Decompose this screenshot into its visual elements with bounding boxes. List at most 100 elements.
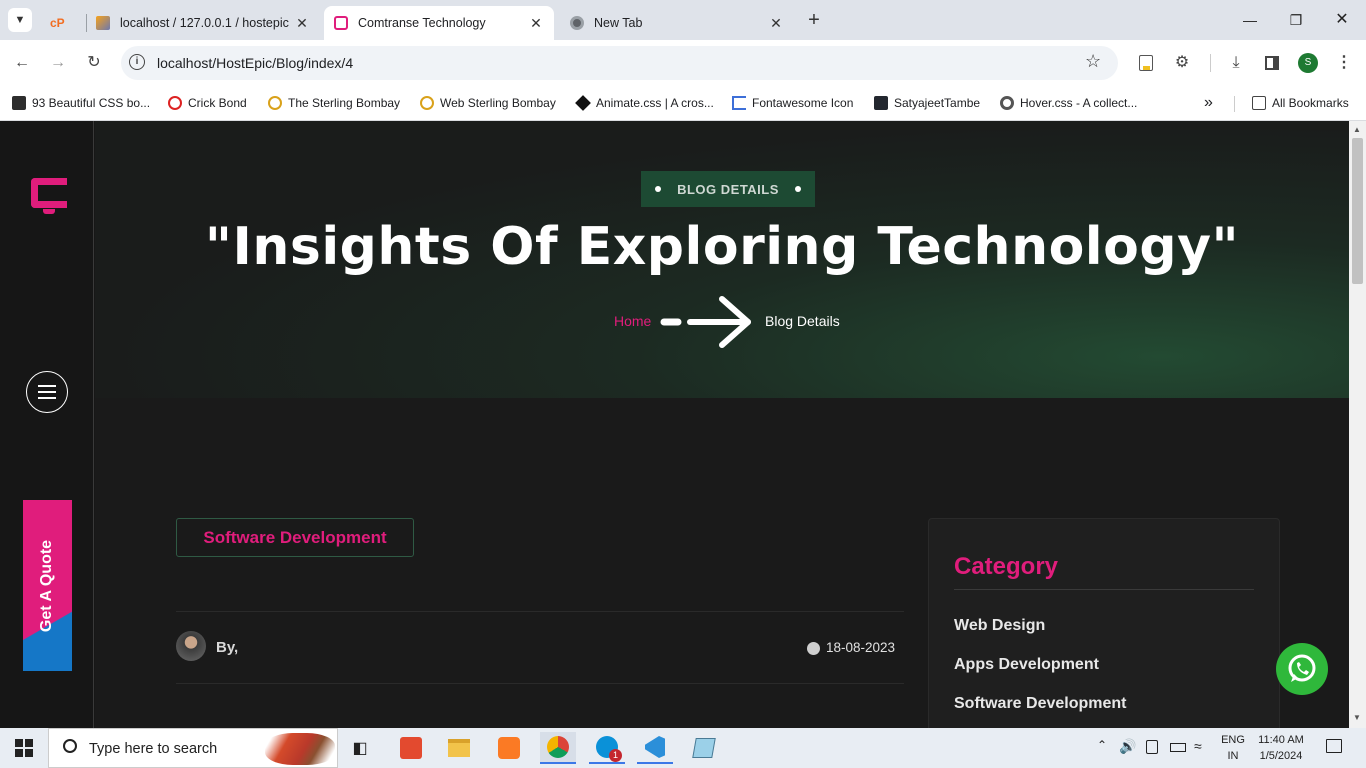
- meet-now-icon[interactable]: [1146, 740, 1158, 754]
- bookmark-favicon: [268, 96, 282, 110]
- vscode-icon[interactable]: [637, 732, 673, 764]
- extension-icon[interactable]: [1133, 50, 1159, 76]
- chrome-taskbar-icon[interactable]: [540, 732, 576, 764]
- tab-title: localhost / 127.0.0.1 / hostepic: [120, 16, 289, 30]
- react-icon: [874, 96, 888, 110]
- tab-title: New Tab: [594, 16, 643, 30]
- breadcrumb-arrow-icon: [660, 296, 751, 348]
- url-text[interactable]: localhost/HostEpic/Blog/index/4: [157, 55, 353, 71]
- tab-new-tab[interactable]: New Tab ✕: [560, 6, 794, 40]
- windows-start-icon[interactable]: [6, 732, 42, 764]
- tab-comtranse[interactable]: Comtranse Technology ✕: [324, 6, 554, 40]
- category-link[interactable]: Software Development: [954, 695, 1126, 713]
- category-link[interactable]: Web Design: [954, 617, 1045, 635]
- tab-cpanel[interactable]: cP: [42, 6, 82, 40]
- volume-icon[interactable]: 🔊: [1119, 738, 1136, 755]
- show-hidden-icons-icon[interactable]: ⌃: [1097, 738, 1107, 752]
- download-icon[interactable]: ⤓: [1223, 50, 1249, 76]
- bookmark-item[interactable]: SatyajeetTambe: [874, 92, 980, 114]
- browser-tab-strip: ▼ cP localhost / 127.0.0.1 / hostepic ✕ …: [0, 0, 1366, 40]
- clock[interactable]: 11:40 AM 1/5/2024: [1252, 732, 1310, 764]
- category-widget: Category Web Design Apps Development Sof…: [928, 518, 1280, 728]
- bookmark-favicon: [168, 96, 182, 110]
- scrollbar-thumb[interactable]: [1352, 138, 1363, 284]
- category-widget-title: Category: [954, 553, 1059, 580]
- dot-icon: [655, 186, 662, 192]
- close-tab-icon[interactable]: ✕: [768, 15, 784, 32]
- browser-toolbar: ← → ↻ i localhost/HostEpic/Blog/index/4 …: [0, 40, 1366, 86]
- bookmark-star-icon[interactable]: ☆: [1085, 51, 1101, 72]
- close-tab-icon[interactable]: ✕: [294, 15, 310, 32]
- search-highlight-bird-icon: [265, 733, 335, 765]
- widget-title-underline: [954, 589, 1254, 590]
- tab-search-button[interactable]: ▼: [8, 8, 32, 32]
- site-logo[interactable]: [31, 178, 69, 214]
- post-category-tag[interactable]: Software Development: [176, 518, 414, 557]
- all-bookmarks-button[interactable]: All Bookmarks: [1252, 92, 1349, 114]
- bookmark-item[interactable]: 93 Beautiful CSS bo...: [12, 92, 150, 114]
- notification-badge: 1: [609, 749, 622, 762]
- new-tab-button[interactable]: +: [802, 8, 826, 32]
- xampp-icon[interactable]: [491, 732, 527, 764]
- skype-icon[interactable]: 1: [589, 732, 625, 764]
- taskbar-search-box[interactable]: Type here to search: [48, 728, 338, 768]
- category-link[interactable]: Apps Development: [954, 656, 1099, 674]
- tab-title: Comtranse Technology: [358, 16, 486, 30]
- hamburger-menu-button[interactable]: [26, 371, 68, 413]
- divider: [176, 683, 904, 684]
- bookmarks-bar: 93 Beautiful CSS bo... Crick Bond The St…: [0, 86, 1366, 121]
- close-window-icon[interactable]: ✕: [1330, 8, 1354, 32]
- bookmark-item[interactable]: Animate.css | A cros...: [575, 92, 714, 114]
- extensions-puzzle-icon[interactable]: ⚙: [1169, 50, 1195, 76]
- bookmark-favicon: [1000, 96, 1014, 110]
- bookmark-item[interactable]: Fontawesome Icon: [732, 92, 853, 114]
- bookmark-item[interactable]: Crick Bond: [168, 92, 247, 114]
- forward-icon[interactable]: →: [45, 50, 71, 76]
- post-date: 18-08-2023: [826, 640, 896, 655]
- author-avatar: [176, 631, 206, 661]
- flag-icon: [732, 96, 746, 110]
- minimize-icon[interactable]: —: [1238, 8, 1262, 32]
- page-hero-banner: BLOG DETAILS "Insights Of Exploring Tech…: [95, 121, 1349, 398]
- comtranse-favicon: [334, 16, 348, 30]
- blog-content-area: Software Development By, 18-08-2023 Cate…: [95, 398, 1349, 728]
- menu-kebab-icon[interactable]: ⋮: [1331, 50, 1357, 76]
- clock-date: 1/5/2024: [1259, 750, 1303, 762]
- git-app-icon[interactable]: [393, 732, 429, 764]
- side-panel-icon[interactable]: [1259, 50, 1285, 76]
- post-author: By,: [216, 639, 239, 656]
- whatsapp-icon: [1288, 654, 1316, 682]
- divider: [176, 611, 904, 612]
- bookmark-favicon: [12, 96, 26, 110]
- battery-icon[interactable]: [1170, 743, 1186, 752]
- site-info-icon[interactable]: i: [129, 54, 145, 70]
- input-language[interactable]: ENG IN: [1218, 732, 1248, 764]
- bookmark-item[interactable]: Hover.css - A collect...: [1000, 92, 1137, 114]
- whatsapp-button[interactable]: [1276, 643, 1328, 695]
- get-a-quote-button[interactable]: Get A Quote: [23, 500, 72, 671]
- restore-icon[interactable]: ❐: [1284, 8, 1308, 32]
- close-tab-icon[interactable]: ✕: [528, 15, 544, 32]
- scroll-up-arrow-icon[interactable]: ▲: [1353, 125, 1361, 134]
- breadcrumb-home-link[interactable]: Home: [614, 313, 651, 329]
- reload-icon[interactable]: ↻: [81, 50, 107, 76]
- back-icon[interactable]: ←: [9, 50, 35, 76]
- bookmark-item[interactable]: Web Sterling Bombay: [420, 92, 556, 114]
- notepad-icon[interactable]: [686, 732, 722, 764]
- blog-details-badge: BLOG DETAILS: [641, 171, 815, 207]
- wifi-icon[interactable]: ≈: [1194, 738, 1202, 754]
- windows-taskbar: Type here to search ◧ 1 ⌃ 🔊 ≈ ENG IN 11:…: [0, 728, 1366, 768]
- bookmarks-overflow-icon[interactable]: »: [1204, 92, 1213, 114]
- chrome-icon: [570, 16, 584, 30]
- bookmark-item[interactable]: The Sterling Bombay: [268, 92, 400, 114]
- notification-center-icon[interactable]: [1326, 739, 1342, 753]
- cpanel-icon: cP: [50, 16, 65, 30]
- address-bar[interactable]: i localhost/HostEpic/Blog/index/4 ☆: [121, 46, 1118, 80]
- page-scrollbar[interactable]: ▲ ▼: [1349, 121, 1366, 728]
- scroll-down-arrow-icon[interactable]: ▼: [1353, 713, 1361, 722]
- profile-avatar[interactable]: S: [1298, 53, 1318, 73]
- tab-phpmyadmin[interactable]: localhost / 127.0.0.1 / hostepic ✕: [86, 6, 320, 40]
- file-explorer-icon[interactable]: [441, 732, 477, 764]
- task-view-icon[interactable]: ◧: [342, 732, 378, 764]
- breadcrumb-current: Blog Details: [765, 313, 840, 329]
